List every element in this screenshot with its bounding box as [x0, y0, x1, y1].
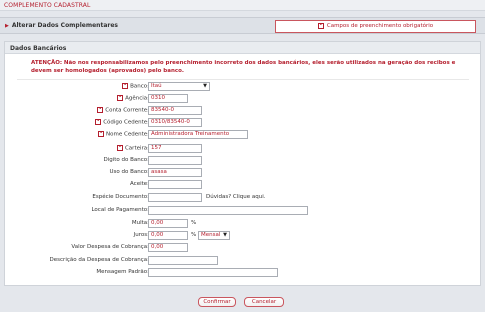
valor-despesa-label: Valor Despesa de Cobrança: [71, 244, 149, 250]
panel-title: Dados Bancários [5, 42, 480, 54]
uso-banco-input[interactable]: asasa [148, 168, 202, 177]
row-juros: Juros: 0,00 % Mensal ▼ [5, 231, 482, 241]
triangle-right-icon: ▶ [5, 23, 9, 29]
aceite-input[interactable] [148, 180, 202, 189]
codigo-cedente-label: • Código Cedente: [95, 119, 149, 126]
multa-label: Multa: [131, 220, 149, 226]
juros-label: Juros: [133, 232, 149, 238]
agencia-label-text: Agência: [125, 95, 149, 102]
form-actions: Confirmar Cancelar [0, 297, 485, 309]
row-uso-banco: Uso do Banco: asasa [5, 168, 482, 178]
required-icon: • [317, 22, 324, 29]
nome-cedente-label: • Nome Cedente: [98, 131, 149, 138]
uso-banco-label: Uso do Banco: [109, 169, 149, 175]
top-bar: COMPLEMENTO CADASTRAL [0, 0, 485, 11]
row-especie-documento: Espécie Documento: Dúvidas? Clique aqui. [5, 193, 482, 203]
required-icon: • [95, 119, 102, 125]
banco-selected-value: Itaú [151, 83, 162, 89]
digito-banco-label: Digito do Banco: [103, 157, 149, 163]
row-carteira: • Carteira: 157 [5, 144, 482, 154]
required-icon: • [97, 107, 104, 113]
required-fields-notice: • Campos de preenchimento obrigatório [275, 20, 476, 33]
banco-label: • Banco: [122, 83, 149, 90]
row-mensagem-padrao: Mensagem Padrão: [5, 268, 482, 278]
attention-message: ATENÇÃO: Não nos responsabilizamos pelo … [31, 60, 471, 75]
attention-text: Não nos responsabilizamos pelo preenchim… [31, 60, 456, 74]
conta-corrente-label: • Conta Corrente: [97, 107, 149, 114]
conta-corrente-label-text: Conta Corrente: [105, 107, 149, 114]
juros-period-value: Mensal [201, 232, 221, 238]
multa-unit: % [191, 220, 197, 226]
section-bar: ▶ Alterar Dados Complementares • Campos de… [0, 17, 485, 34]
mensagem-padrao-input[interactable] [148, 268, 278, 277]
banco-label-text: Banco: [130, 83, 149, 90]
conta-corrente-input[interactable]: 83540-0 [148, 106, 202, 115]
digito-banco-input[interactable] [148, 156, 202, 165]
required-icon: • [98, 131, 105, 137]
multa-input[interactable]: 0,00 [148, 219, 188, 228]
confirm-button[interactable]: Confirmar [198, 297, 236, 307]
row-agencia: • Agência: 0310 [5, 94, 482, 104]
local-pagamento-input[interactable] [148, 206, 308, 215]
juros-unit: % [191, 232, 197, 238]
nome-cedente-label-text: Nome Cedente: [106, 131, 149, 138]
row-descricao-despesa: Descrição da Despesa de Cobrança: [5, 256, 482, 266]
section-label: Alterar Dados Complementares [11, 22, 118, 29]
agencia-label: • Agência: [117, 95, 149, 102]
required-icon: • [116, 145, 123, 151]
row-nome-cedente: • Nome Cedente: Administradora Treinament… [5, 130, 482, 140]
aceite-label: Aceite: [130, 181, 149, 187]
alter-complementary-data-toggle[interactable]: ▶ Alterar Dados Complementares [5, 22, 118, 29]
especie-documento-help-link[interactable]: Dúvidas? Clique aqui. [206, 194, 266, 200]
chevron-down-icon: ▼ [223, 232, 227, 238]
codigo-cedente-input[interactable]: 0310/83540-0 [148, 118, 202, 127]
cancel-button[interactable]: Cancelar [244, 297, 284, 307]
codigo-cedente-label-text: Código Cedente: [103, 119, 149, 126]
especie-documento-label: Espécie Documento: [92, 194, 149, 200]
carteira-label-text: Carteira: [124, 145, 149, 152]
row-local-pagamento: Local de Pagamento: [5, 206, 482, 216]
banco-select[interactable]: Itaú ▼ [148, 82, 210, 91]
especie-documento-input[interactable] [148, 193, 202, 202]
local-pagamento-label: Local de Pagamento: [91, 207, 149, 213]
attention-prefix: ATENÇÃO: [31, 60, 63, 66]
required-icon: • [117, 95, 124, 101]
descricao-despesa-label: Descrição da Despesa de Cobrança: [49, 257, 149, 263]
juros-input[interactable]: 0,00 [148, 231, 188, 240]
page-title: COMPLEMENTO CADASTRAL [4, 2, 91, 9]
bank-data-panel: Dados Bancários ATENÇÃO: Não nos respons… [4, 41, 481, 286]
row-banco: • Banco: Itaú ▼ [5, 82, 482, 92]
row-codigo-cedente: • Código Cedente: 0310/83540-0 [5, 118, 482, 128]
descricao-despesa-input[interactable] [148, 256, 218, 265]
carteira-input[interactable]: 157 [148, 144, 202, 153]
row-digito-banco: Digito do Banco: [5, 156, 482, 166]
mensagem-padrao-label: Mensagem Padrão: [96, 269, 149, 275]
nome-cedente-input[interactable]: Administradora Treinamento [148, 130, 248, 139]
juros-period-select[interactable]: Mensal ▼ [198, 231, 230, 240]
divider [17, 79, 469, 80]
row-conta-corrente: • Conta Corrente: 83540-0 [5, 106, 482, 116]
carteira-label: • Carteira: [116, 145, 149, 152]
required-notice-text: Campos de preenchimento obrigatório [326, 23, 434, 29]
row-multa: Multa: 0,00 % [5, 219, 482, 229]
row-aceite: Aceite: [5, 180, 482, 190]
agencia-input[interactable]: 0310 [148, 94, 188, 103]
required-icon: • [122, 83, 129, 89]
valor-despesa-input[interactable]: 0,00 [148, 243, 188, 252]
row-valor-despesa: Valor Despesa de Cobrança: 0,00 [5, 243, 482, 253]
chevron-down-icon: ▼ [203, 83, 207, 89]
